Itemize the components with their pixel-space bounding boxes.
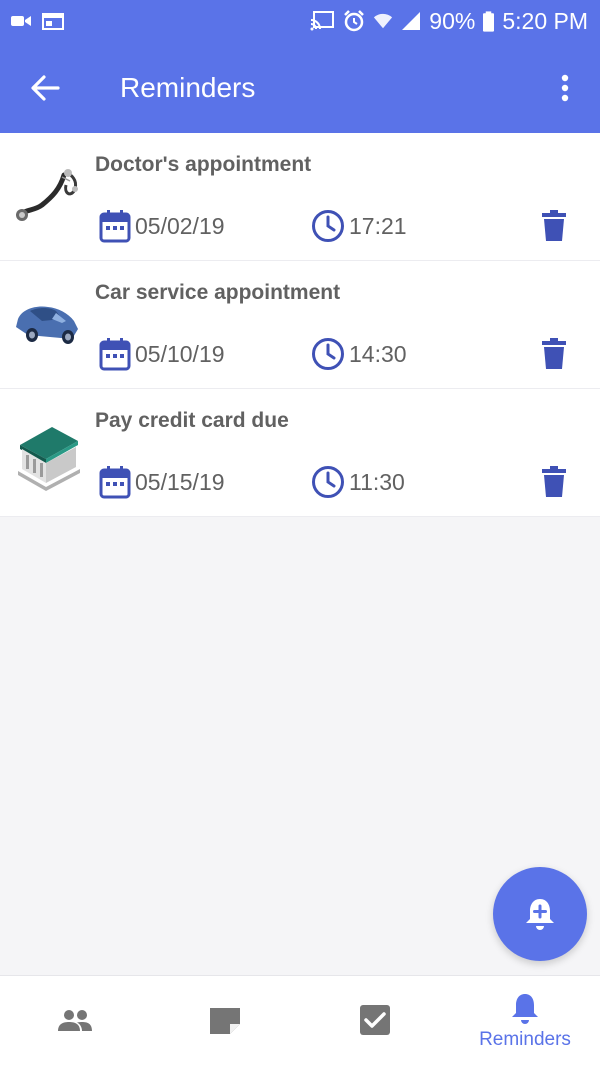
add-reminder-button[interactable] [493,867,587,961]
status-right: 90% 5:20 PM [309,8,588,35]
calendar-app-icon [42,13,64,30]
clock-icon [312,338,344,370]
signal-icon [402,12,421,30]
app-bar: Reminders [0,42,600,133]
car-icon [16,306,78,344]
reminder-item[interactable]: Pay credit card due 05/15/19 11:30 [0,389,600,517]
back-button[interactable] [0,42,90,133]
reminder-time: 17:21 [311,209,407,243]
delete-button[interactable] [537,465,571,499]
calendar-icon [99,466,131,499]
note-icon [210,1007,240,1034]
overflow-menu-button[interactable] [530,42,600,133]
reminder-date: 05/10/19 [99,337,225,371]
video-camera-icon [11,16,31,26]
nav-item-reminders[interactable]: Reminders [450,976,600,1067]
reminder-item[interactable]: Doctor's appointment 05/02/19 17:21 [0,133,600,261]
reminder-title: Doctor's appointment [95,153,312,176]
arrow-back-icon [31,74,60,101]
delete-button[interactable] [537,209,571,243]
nav-item-people[interactable] [0,976,150,1067]
time-value: 11:30 [349,468,405,495]
calendar-icon [99,338,131,371]
reminder-date: 05/02/19 [99,209,225,243]
trash-icon [542,338,566,369]
nav-label-reminders: Reminders [479,1028,571,1050]
reminder-time: 11:30 [311,465,405,499]
reminder-date: 05/15/19 [99,465,225,499]
stethoscope-icon [16,169,78,221]
clock-icon [312,210,344,242]
reminder-title: Car service appointment [95,281,341,304]
calendar-icon [99,210,131,243]
battery-percent: 90% [429,7,476,34]
nav-item-tasks[interactable] [300,976,450,1067]
delete-button[interactable] [537,337,571,371]
reminder-list: Doctor's appointment 05/02/19 17:21 Car … [0,133,600,517]
alarm-icon [344,10,365,32]
date-value: 05/15/19 [135,468,225,495]
nav-item-notes[interactable] [150,976,300,1067]
date-value: 05/02/19 [135,212,225,239]
page-title: Reminders [120,71,256,103]
more-vert-icon [561,74,569,101]
people-icon [58,1009,92,1031]
bell-icon [512,993,538,1024]
reminder-title: Pay credit card due [95,409,289,432]
cast-icon [310,11,335,31]
trash-icon [542,466,566,497]
clock-icon [312,466,344,498]
bottom-navigation: Reminders [0,975,600,1067]
time-value: 14:30 [349,340,407,367]
checkbox-icon [360,1004,390,1035]
reminder-time: 14:30 [311,337,407,371]
battery-icon [483,10,495,32]
time-value: 17:21 [349,212,407,239]
trash-icon [542,210,566,241]
date-value: 05/10/19 [135,340,225,367]
wifi-icon [374,13,393,29]
bank-icon [18,427,80,491]
status-bar: 90% 5:20 PM [0,0,600,42]
status-left [10,12,64,30]
clock-time: 5:20 PM [502,7,588,34]
bell-plus-icon [526,899,554,930]
reminder-item[interactable]: Car service appointment 05/10/19 14:30 [0,261,600,389]
